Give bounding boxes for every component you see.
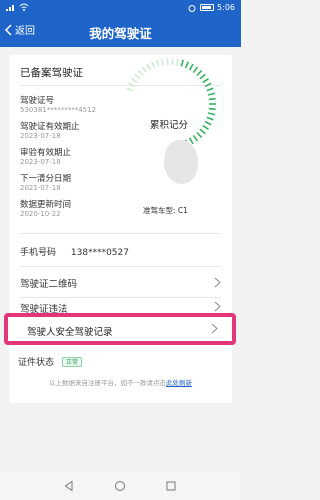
system-nav-bar <box>0 472 241 500</box>
triangle-back-icon[interactable] <box>63 480 75 492</box>
divider <box>20 266 221 267</box>
gauge-tick <box>206 87 214 92</box>
gauge-tick <box>196 131 203 139</box>
menu-item-violations[interactable]: 驾驶证违法 <box>20 301 221 313</box>
page-title: 我的驾驶证 <box>89 26 152 41</box>
menu-item-label: 驾驶证违法 <box>20 304 68 313</box>
gauge-tick <box>134 73 141 80</box>
gauge-tick <box>192 134 199 142</box>
field-value-next-clear: 2021-07-18 <box>20 184 61 192</box>
gauge-tick <box>128 82 136 88</box>
gauge-tick <box>131 78 138 84</box>
chevron-right-icon <box>214 277 221 288</box>
status-bar: 5:06 <box>0 0 241 16</box>
gauge-tick <box>202 78 209 84</box>
score-label: 累积记分 <box>150 120 189 131</box>
gauge-tick <box>141 66 148 74</box>
menu-item-label: 驾驶人安全驾驶记录 <box>27 327 113 338</box>
field-value-license-expiry: 2023-07-18 <box>20 132 61 140</box>
menu-item-qr-code[interactable]: 驾驶证二维码 <box>20 272 221 294</box>
divider <box>20 233 221 234</box>
field-label-next-clear: 下一清分日期 <box>20 174 72 184</box>
gauge-tick <box>204 82 212 88</box>
chevron-right-icon <box>214 301 221 312</box>
gauge-tick <box>207 92 215 96</box>
square-recent-icon[interactable] <box>165 480 177 492</box>
status-badge: 正常 <box>62 356 83 367</box>
phone-label: 手机号码 <box>20 248 57 258</box>
menu-item-label: 驾驶证二维码 <box>20 279 78 290</box>
divider <box>20 297 221 298</box>
refresh-link[interactable]: 此处刷新 <box>166 379 192 387</box>
footnote-text: 以上数据来自注册平台，如不一致请点击 <box>49 379 166 387</box>
field-label-license-expiry: 驾驶证有效期止 <box>20 122 80 132</box>
field-label-review-expiry: 审验有效期止 <box>20 148 72 158</box>
gauge-tick <box>199 128 206 135</box>
gauge-tick <box>204 120 212 126</box>
status-time: 5:06 <box>217 3 235 12</box>
wifi-icon <box>19 3 29 11</box>
gauge-tick <box>161 58 164 66</box>
field-label-license-no: 驾驶证号 <box>20 96 55 106</box>
gauge-tick <box>146 63 152 71</box>
gauge-tick <box>202 124 209 130</box>
battery-icon <box>200 4 215 11</box>
gauge-tick <box>156 59 160 67</box>
app-bar: 返回 我的驾驶证 <box>0 16 241 47</box>
gauge-tick <box>184 61 189 69</box>
footnote: 以上数据来自注册平台，如不一致请点击此处刷新 <box>0 377 241 387</box>
menu-item-safe-driving-record[interactable]: 驾驶人安全驾驶记录 <box>4 313 236 345</box>
car-type: 准驾车型: C1 <box>143 206 188 215</box>
phone-value: 138****0527 <box>70 248 129 258</box>
status-right: 5:06 <box>187 3 235 12</box>
gauge-tick <box>151 61 156 69</box>
status-left <box>6 3 29 11</box>
license-status-row: 证件状态 正常 <box>18 355 83 368</box>
gauge-tick <box>199 73 206 80</box>
gauge-tick <box>188 63 194 71</box>
gauge-tick <box>208 107 216 111</box>
gauge-tick <box>137 69 144 77</box>
chevron-right-icon <box>211 323 218 334</box>
field-value-review-expiry: 2023-07-18 <box>20 158 61 166</box>
section-title: 已备案驾驶证 <box>20 67 83 79</box>
field-value-license-no: 530381*********4512 <box>20 106 97 114</box>
status-label: 证件状态 <box>18 358 55 368</box>
gauge-tick <box>208 97 216 101</box>
score-gauge <box>126 57 217 150</box>
gauge-tick <box>206 116 214 121</box>
score-value-blurred <box>164 140 198 184</box>
field-label-updated: 数据更新时间 <box>20 200 72 210</box>
circle-home-icon[interactable] <box>114 480 126 492</box>
signal-icon <box>6 5 14 11</box>
alarm-icon <box>188 4 196 12</box>
gauge-ticks <box>126 57 217 150</box>
gauge-tick <box>180 59 184 67</box>
gauge-tick <box>126 87 134 92</box>
field-value-updated: 2020-10-22 <box>20 210 61 218</box>
gauge-tick <box>176 58 179 66</box>
gauge-tick <box>196 69 203 77</box>
phone-row: 手机号码 138****0527 <box>20 245 129 258</box>
gauge-tick <box>207 112 215 116</box>
gauge-tick <box>192 66 199 74</box>
